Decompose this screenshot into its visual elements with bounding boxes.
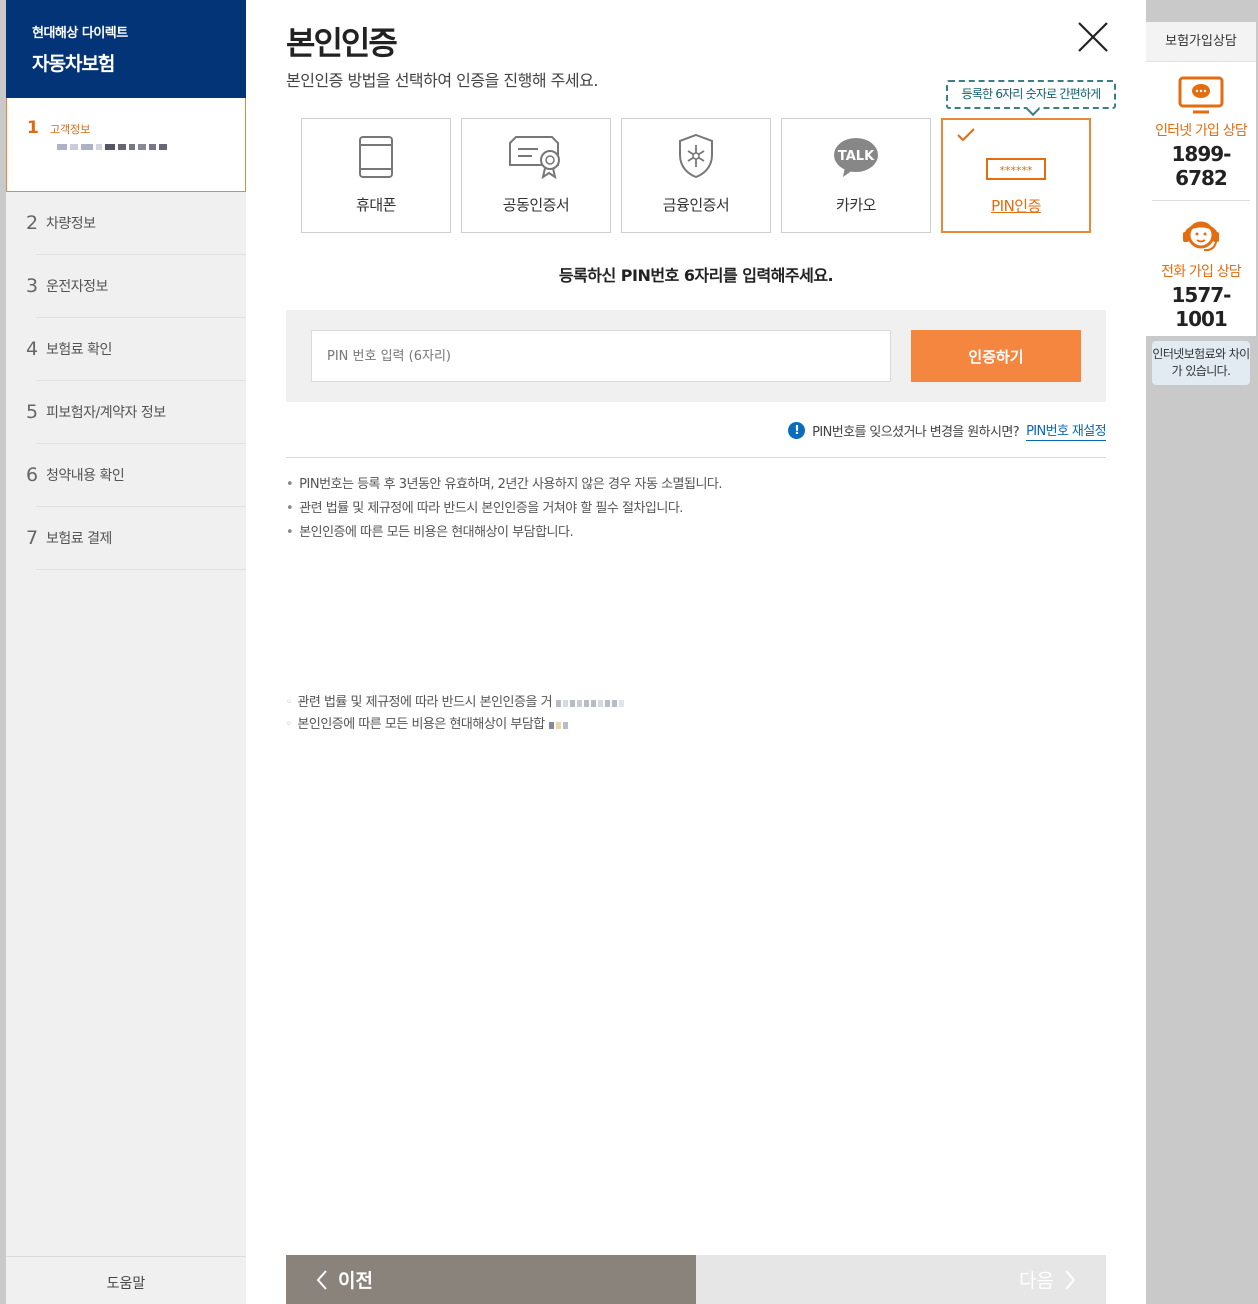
pin-icon-text: ******	[1000, 164, 1034, 177]
kakao-talk-icon: TALK	[834, 138, 878, 177]
brand-product: 자동차보험	[32, 53, 115, 75]
step-label: 보험료 확인	[46, 342, 112, 358]
brand-header: 현대해상 다이렉트 자동차보험	[6, 0, 246, 98]
chevron-right-icon	[1065, 1270, 1076, 1290]
internet-consult[interactable]: 인터넷 가입 상담 1899-6782	[1146, 62, 1256, 190]
step-label: 청약내용 확인	[46, 468, 125, 484]
method-kakao[interactable]: TALK 카카오	[781, 118, 931, 233]
step-label: 보험료 결제	[46, 531, 112, 547]
method-phone[interactable]: 휴대폰	[301, 118, 451, 233]
phone-consult-label: 전화 가입 상담	[1161, 264, 1242, 280]
auth-panel: 본인인증 본인인증 방법을 선택하여 인증을 진행해 주세요. 등록한 6자리 …	[246, 0, 1146, 1304]
info-icon: !	[788, 422, 806, 439]
method-label: 휴대폰	[356, 196, 396, 214]
step-number: 6	[26, 464, 39, 486]
pin-instruction: 등록하신 PIN번호 6자리를 입력해주세요.	[558, 266, 834, 285]
pin-reset-link[interactable]: PIN번호 재설정	[1026, 420, 1107, 441]
close-button[interactable]	[1076, 20, 1110, 54]
check-icon	[957, 128, 975, 142]
help-button[interactable]: 도움말	[6, 1256, 246, 1304]
verify-button[interactable]: 인증하기	[911, 330, 1081, 382]
headset-agent-icon	[1183, 221, 1219, 252]
notice-item: PIN번호는 등록 후 3년동안 유효하며, 2년간 사용하지 않은 경우 자동…	[286, 473, 722, 497]
step-item-5[interactable]: 5 피보험자/계약자 정보	[26, 381, 246, 444]
method-joint-certificate[interactable]: 공동인증서	[461, 118, 611, 233]
method-label: 공동인증서	[502, 196, 570, 214]
prev-button[interactable]: 이전	[286, 1255, 696, 1304]
phone-consult[interactable]: 전화 가입 상담 1577-1001	[1146, 201, 1256, 331]
masked-customer-info	[57, 144, 245, 150]
step-item-6[interactable]: 6 청약내용 확인	[26, 444, 246, 507]
consultation-panel: 보험가입상담 인터넷 가입 상담 1899-6782 전화 가입 상담 1577…	[1146, 22, 1256, 385]
background-notice-list: 관련 법률 및 제규정에 따라 반드시 본인인증을 거 본인인증에 따른 모든 …	[286, 692, 625, 736]
method-pin[interactable]: ****** PIN인증	[941, 118, 1091, 233]
next-label: 다음	[1019, 1270, 1054, 1292]
background-notice-text: 관련 법률 및 제규정에 따라 반드시 본인인증을 거	[297, 695, 553, 710]
chevron-left-icon	[316, 1270, 327, 1290]
monitor-chat-icon	[1178, 76, 1224, 114]
notice-item: 본인인증에 따른 모든 비용은 현대해상이 부담합니다.	[286, 521, 722, 545]
pin-reset-text: PIN번호를 잊으셨거나 변경을 원하시면?	[812, 425, 1020, 440]
finance-cert-icon	[679, 133, 713, 179]
certificate-icon	[509, 136, 560, 179]
step-number: 1	[27, 118, 39, 138]
internet-consult-label: 인터넷 가입 상담	[1155, 123, 1248, 139]
pin-reset-row: ! PIN번호를 잊으셨거나 변경을 원하시면? PIN번호 재설정	[788, 420, 1107, 441]
step-item-3[interactable]: 3 운전자정보	[26, 255, 246, 318]
method-label: PIN인증	[991, 197, 1041, 215]
background-notice-item: 관련 법률 및 제규정에 따라 반드시 본인인증을 거	[286, 692, 625, 714]
prev-label: 이전	[338, 1270, 373, 1292]
phone-consult-number: 1577-1001	[1171, 283, 1232, 331]
step-number: 3	[26, 275, 39, 297]
step-item-4[interactable]: 4 보험료 확인	[26, 318, 246, 381]
background-notice-item: 본인인증에 따른 모든 비용은 현대해상이 부담합	[286, 714, 624, 736]
step-number: 7	[26, 527, 39, 549]
internet-consult-phone: 1899-6782	[1171, 142, 1232, 190]
kakao-icon-text: TALK	[838, 149, 875, 164]
auth-method-list: 휴대폰 공동인증서 금융인증서 TALK 카카오 ****** PIN인증	[301, 118, 1091, 233]
price-difference-note: 인터넷보험료와 차이가 있습니다.	[1152, 341, 1250, 385]
step-label: 피보험자/계약자 정보	[46, 405, 166, 421]
method-label: 금융인증서	[662, 196, 730, 214]
pin-entry-box: 인증하기	[286, 310, 1106, 402]
blurred-text	[548, 721, 568, 729]
step-number: 2	[26, 212, 39, 234]
step-number: 4	[26, 338, 39, 360]
step-label: 차량정보	[46, 216, 96, 232]
step-item-active[interactable]: 1 고객정보	[6, 98, 246, 192]
consultation-header: 보험가입상담	[1146, 22, 1256, 62]
step-item-7[interactable]: 7 보험료 결제	[26, 507, 246, 570]
pin-tooltip: 등록한 6자리 숫자로 간편하게	[946, 80, 1116, 109]
page-subtitle: 본인인증 방법을 선택하여 인증을 진행해 주세요.	[286, 71, 598, 90]
page-title: 본인인증	[286, 24, 398, 62]
step-label: 고객정보	[49, 123, 91, 136]
close-icon	[1078, 22, 1108, 52]
notice-list: PIN번호는 등록 후 3년동안 유효하며, 2년간 사용하지 않은 경우 자동…	[286, 473, 722, 545]
method-finance-certificate[interactable]: 금융인증서	[621, 118, 771, 233]
brand-company: 현대해상 다이렉트	[32, 26, 128, 41]
phone-icon	[359, 136, 393, 178]
step-item-2[interactable]: 2 차량정보	[26, 192, 246, 255]
next-button[interactable]: 다음	[696, 1255, 1106, 1304]
notice-item: 관련 법률 및 제규정에 따라 반드시 본인인증을 거쳐야 할 필수 절차입니다…	[286, 497, 722, 521]
step-label: 운전자정보	[46, 279, 108, 295]
blurred-text	[556, 699, 625, 707]
divider	[286, 457, 1106, 458]
step-number: 5	[26, 401, 39, 423]
step-sidebar: 현대해상 다이렉트 자동차보험 1 고객정보 2 차량정보 3 운전자정보 4 보험료…	[6, 0, 246, 1304]
pin-icon: ******	[986, 158, 1046, 180]
background-notice-text: 본인인증에 따른 모든 비용은 현대해상이 부담합	[297, 717, 545, 732]
method-label: 카카오	[836, 196, 876, 214]
pin-input[interactable]	[311, 330, 891, 382]
